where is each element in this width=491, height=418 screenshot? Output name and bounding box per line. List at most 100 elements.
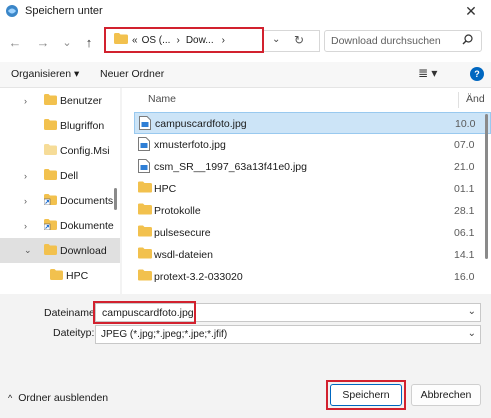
organize-button[interactable]: Organisieren ▾: [11, 68, 79, 80]
address-overflow[interactable]: «: [132, 35, 138, 46]
address-dropdown-icon[interactable]: ⌄: [272, 34, 280, 45]
file-list-scrollbar[interactable]: [482, 110, 491, 294]
folder-row[interactable]: HPC 01.1: [134, 178, 491, 200]
navigation-pane: › Benutzer Blugriffon Config.Msi › Dell …: [0, 88, 120, 294]
command-bar: Organisieren ▾ Neuer Ordner ≣ ▾ ?: [0, 62, 491, 88]
close-icon[interactable]: ✕: [451, 0, 491, 22]
collapse-chevron-icon[interactable]: ⌄: [24, 245, 32, 256]
filename-label: Dateiname:: [44, 307, 98, 319]
image-file-icon: [138, 137, 150, 154]
filetype-select[interactable]: JPEG (*.jpg;*.jpeg;*.jpe;*.jfif) ⌄: [95, 325, 481, 344]
folder-icon: [114, 33, 128, 47]
expand-chevron-icon[interactable]: ›: [24, 96, 27, 106]
file-name: wsdl-dateien: [154, 249, 213, 261]
column-header-name[interactable]: Name: [148, 93, 176, 105]
up-icon[interactable]: ↑: [80, 33, 98, 51]
folder-icon: [50, 269, 63, 283]
refresh-icon[interactable]: ↻: [294, 33, 304, 47]
image-file-icon: [138, 159, 150, 176]
file-row[interactable]: xmusterfoto.jpg 07.0: [134, 134, 491, 156]
chevron-down-icon[interactable]: ⌄: [468, 328, 476, 339]
sidebar-item-label: Config.Msi: [60, 144, 110, 157]
filetype-label: Dateityp:: [53, 327, 95, 339]
scrollbar-thumb[interactable]: [485, 114, 488, 259]
folder-icon: [138, 181, 152, 196]
file-name: xmusterfoto.jpg: [154, 139, 226, 151]
image-file-icon: [139, 116, 151, 133]
sidebar-item-hpc[interactable]: HPC: [0, 263, 120, 288]
file-name: csm_SR__1997_63a13f41e0.jpg: [154, 161, 307, 173]
address-separator: ›: [176, 34, 180, 46]
title-bar: Speichern unter ✕: [0, 0, 491, 22]
folder-row[interactable]: pulsesecure 06.1: [134, 222, 491, 244]
sidebar-item-blugriffon[interactable]: Blugriffon: [0, 113, 120, 138]
file-date: 28.1: [454, 205, 475, 217]
search-placeholder: Download durchsuchen: [331, 35, 441, 47]
folder-row[interactable]: protext-3.2-033020 16.0: [134, 266, 491, 288]
help-icon[interactable]: ?: [470, 67, 484, 81]
forward-icon[interactable]: →: [34, 33, 52, 51]
chevron-down-icon[interactable]: ⌄: [468, 306, 476, 317]
recent-locations-icon[interactable]: ⌄: [58, 33, 76, 51]
filename-input[interactable]: campuscardfoto.jpg ⌄: [93, 301, 481, 324]
sidebar-item-benutzer[interactable]: › Benutzer: [0, 88, 120, 113]
window-title: Speichern unter: [25, 5, 103, 17]
file-row[interactable]: csm_SR__1997_63a13f41e0.jpg 21.0: [134, 156, 491, 178]
file-name: protext-3.2-033020: [154, 271, 243, 283]
view-options-icon[interactable]: ≣ ▾: [418, 66, 437, 80]
sidebar-item-config-msi[interactable]: Config.Msi: [0, 138, 120, 163]
app-icon: [5, 4, 19, 18]
folder-icon: [138, 269, 152, 284]
sidebar-item-label: Dokumente: [60, 219, 114, 232]
chevron-up-icon: ^: [8, 393, 13, 403]
file-date: 07.0: [454, 139, 475, 151]
scrollbar-thumb[interactable]: [114, 188, 117, 210]
address-chevron-icon[interactable]: ›: [222, 35, 225, 46]
folder-icon: [44, 169, 57, 183]
folder-icon: [44, 244, 57, 258]
folder-icon: [44, 119, 57, 133]
sidebar-item-label: Documents: [60, 194, 114, 207]
folder-row[interactable]: Protokolle 28.1: [134, 200, 491, 222]
column-header-date[interactable]: Änd: [466, 93, 485, 105]
address-bar-extension[interactable]: ⌄ ↻: [264, 30, 320, 52]
sidebar-item-documents[interactable]: › Documents: [0, 188, 120, 213]
file-row[interactable]: campuscardfoto.jpg 10.0: [134, 112, 491, 134]
folder-row[interactable]: wsdl-dateien 14.1: [134, 244, 491, 266]
file-name: Protokolle: [154, 205, 201, 217]
file-date: 21.0: [454, 161, 475, 173]
column-divider[interactable]: [458, 92, 459, 108]
expand-chevron-icon[interactable]: ›: [24, 196, 27, 206]
filename-value[interactable]: campuscardfoto.jpg: [102, 307, 194, 319]
dialog-footer: ^ Ordner ausblenden Speichern Abbrechen: [0, 376, 491, 418]
file-date: 10.0: [455, 118, 476, 130]
sidebar-item-download[interactable]: ⌄ Download: [0, 238, 120, 263]
sidebar-item-dokumente[interactable]: › Dokumente: [0, 213, 120, 238]
shortcut-folder-icon: [43, 219, 57, 233]
folder-icon: [44, 144, 57, 158]
expand-chevron-icon[interactable]: ›: [24, 221, 27, 231]
file-name: campuscardfoto.jpg: [155, 118, 247, 130]
sidebar-item-label: Blugriffon: [60, 119, 105, 132]
folder-icon: [44, 94, 57, 108]
filetype-value: JPEG (*.jpg;*.jpeg;*.jpe;*.jfif): [101, 329, 228, 340]
address-bar[interactable]: « OS (... › Dow... ›: [104, 27, 264, 53]
save-button[interactable]: Speichern: [330, 384, 402, 406]
new-folder-button[interactable]: Neuer Ordner: [100, 68, 164, 80]
hide-folders-button[interactable]: ^ Ordner ausblenden: [8, 392, 108, 404]
navigation-scrollbar[interactable]: [111, 88, 120, 294]
sidebar-item-dell[interactable]: › Dell: [0, 163, 120, 188]
address-segment-drive[interactable]: OS (...: [142, 35, 171, 46]
search-icon[interactable]: [462, 34, 473, 48]
file-name: HPC: [154, 183, 177, 195]
folder-icon: [138, 203, 152, 218]
navigation-bar: ← → ⌄ ↑ « OS (... › Dow... › ⌄ ↻ Downloa…: [0, 22, 491, 62]
save-fields: Dateiname: campuscardfoto.jpg ⌄ Dateityp…: [0, 294, 491, 352]
cancel-button[interactable]: Abbrechen: [411, 384, 481, 406]
shortcut-folder-icon: [43, 194, 57, 208]
search-input[interactable]: Download durchsuchen: [324, 30, 482, 52]
back-icon[interactable]: ←: [6, 33, 24, 51]
column-header-row: Name Änd: [122, 88, 491, 110]
address-segment-download[interactable]: Dow...: [186, 35, 214, 46]
expand-chevron-icon[interactable]: ›: [24, 171, 27, 181]
